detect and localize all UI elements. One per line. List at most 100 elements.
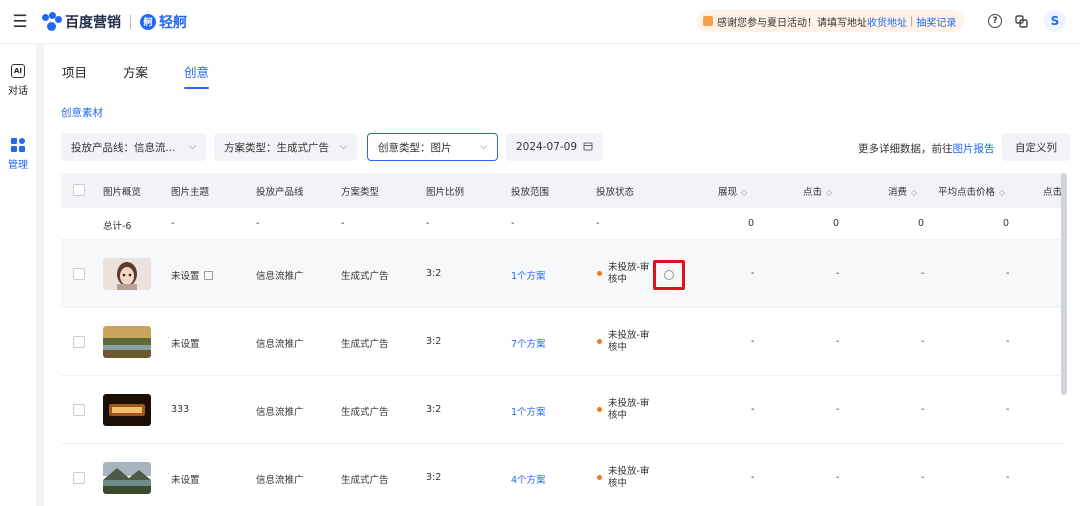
table-scrollbar[interactable]	[1061, 173, 1067, 395]
theme-cell: 未设置	[171, 339, 200, 350]
tab-bar: 项目 方案 创意	[62, 62, 245, 89]
creative-thumbnail[interactable]	[103, 462, 151, 494]
plan-type-cell: 生成式广告	[341, 407, 389, 418]
date-picker[interactable]: 2024-07-09	[506, 133, 603, 161]
creative-type-select[interactable]: 创意类型：图片 ⌵	[367, 133, 498, 161]
total-cell: -	[171, 218, 175, 229]
ratio-cell: 3:2	[426, 472, 442, 483]
chevron-down-icon: ⌵	[189, 142, 196, 152]
total-label: 总计-6	[103, 221, 132, 232]
plan-type-value: 方案类型：生成式广告	[224, 141, 329, 154]
left-rail: AI 对话 管理	[0, 44, 36, 506]
shipping-address-link[interactable]: 收货地址	[867, 14, 907, 29]
col-cost[interactable]: 消费 ◇	[888, 184, 917, 198]
total-cell: -	[256, 218, 260, 229]
help-icon[interactable]: ?	[988, 14, 1002, 28]
clicks-cell: -	[836, 404, 840, 415]
copy-icon[interactable]	[1012, 12, 1030, 30]
scope-link[interactable]: 1个方案	[511, 268, 546, 282]
plan-type-cell: 生成式广告	[341, 475, 389, 486]
table-row[interactable]: 未设置 信息流推广 生成式广告 3:2 1个方案 未投放-审核中 - - - -	[61, 240, 1064, 308]
top-bar: ☰ 百度营销 舸 轻舸 感谢您参与夏日活动！请填写地址 收货地址 | 抽奖记录 …	[0, 0, 1080, 44]
status-dot	[597, 339, 602, 344]
baidu-paw-icon	[42, 11, 62, 32]
col-avg-cpc[interactable]: 平均点击价格 ◇	[938, 184, 1005, 198]
rail-item-chat[interactable]: AI 对话	[0, 64, 36, 97]
product-cell: 信息流推广	[256, 339, 304, 350]
tab-project[interactable]: 项目	[62, 62, 87, 89]
impressions-cell: -	[751, 472, 755, 483]
col-status: 投放状态	[596, 187, 635, 198]
col-clicks-more: 点击	[1043, 187, 1063, 198]
ratio-cell: 3:2	[426, 336, 442, 347]
total-avg-cpc: 0	[1003, 218, 1010, 229]
col-clicks[interactable]: 点击 ◇	[803, 184, 832, 198]
status-dot	[597, 271, 602, 276]
sort-icon: ◇	[741, 188, 748, 197]
status-text: 未投放-审核中	[608, 398, 650, 421]
activity-notice: 感谢您参与夏日活动！请填写地址 收货地址 | 抽奖记录	[697, 10, 965, 32]
col-clicks-label: 点击	[803, 187, 823, 198]
col-ratio: 图片比例	[426, 187, 465, 198]
table-row[interactable]: 未设置 信息流推广 生成式广告 3:2 4个方案 未投放-审核中 - - - -	[61, 444, 1064, 506]
chevron-down-icon: ⌵	[340, 142, 347, 152]
creative-thumbnail[interactable]	[103, 326, 151, 358]
image-report-link[interactable]: 图片报告	[953, 143, 995, 155]
row-checkbox[interactable]	[73, 268, 85, 280]
chevron-down-icon: ⌵	[480, 142, 487, 152]
col-scope: 投放范围	[511, 187, 550, 198]
col-cost-label: 消费	[888, 187, 908, 198]
row-checkbox[interactable]	[73, 472, 85, 484]
scope-link[interactable]: 7个方案	[511, 336, 546, 350]
product-cell: 信息流推广	[256, 475, 304, 486]
select-all-checkbox[interactable]	[73, 184, 85, 196]
main-panel: 项目 方案 创意 创意素材 投放产品线：信息流... ⌵ 方案类型：生成式广告 …	[44, 44, 1080, 506]
date-value: 2024-07-09	[516, 141, 578, 153]
rail-item-label: 管理	[8, 160, 28, 171]
qingge-logo-icon: 舸	[140, 13, 156, 30]
rail-item-label: 对话	[8, 86, 28, 97]
total-cell: -	[341, 218, 345, 229]
tab-creative[interactable]: 创意	[184, 62, 210, 89]
status-detail-button[interactable]	[653, 260, 685, 290]
tab-plan[interactable]: 方案	[123, 62, 148, 89]
cost-cell: -	[921, 268, 925, 279]
status-dot	[597, 475, 602, 480]
creative-thumbnail[interactable]	[103, 394, 151, 426]
avg-cpc-cell: -	[1006, 472, 1010, 483]
status-text: 未投放-审核中	[608, 262, 650, 285]
brand-logo[interactable]: 百度营销 舸 轻舸	[42, 11, 187, 32]
theme-cell: 未设置	[171, 268, 213, 282]
user-avatar[interactable]: S	[1044, 10, 1066, 32]
avg-cpc-cell: -	[1006, 268, 1010, 279]
rail-item-manage[interactable]: 管理	[0, 138, 36, 171]
scope-link[interactable]: 1个方案	[511, 404, 546, 418]
table-row[interactable]: 333 信息流推广 生成式广告 3:2 1个方案 未投放-审核中 - - - -	[61, 376, 1064, 444]
clicks-cell: -	[836, 472, 840, 483]
lottery-record-link[interactable]: 抽奖记录	[916, 14, 956, 29]
edit-icon[interactable]	[203, 271, 213, 280]
total-cell: -	[511, 218, 515, 229]
total-clicks: 0	[833, 218, 840, 229]
product-line-select[interactable]: 投放产品线：信息流... ⌵	[61, 133, 206, 161]
product-line-value: 投放产品线：信息流...	[71, 141, 176, 154]
status-text: 未投放-审核中	[608, 330, 650, 353]
row-checkbox[interactable]	[73, 404, 85, 416]
creative-thumbnail[interactable]	[103, 258, 151, 290]
brand-divider	[130, 14, 131, 29]
col-impressions[interactable]: 展现 ◇	[718, 184, 747, 198]
row-checkbox[interactable]	[73, 336, 85, 348]
notice-text: 感谢您参与夏日活动！请填写地址	[717, 17, 867, 29]
hamburger-icon[interactable]: ☰	[4, 6, 36, 38]
clicks-cell: -	[836, 268, 840, 279]
ratio-cell: 3:2	[426, 268, 442, 279]
impressions-cell: -	[751, 336, 755, 347]
total-cell: -	[426, 218, 430, 229]
plan-type-cell: 生成式广告	[341, 339, 389, 350]
plan-type-select[interactable]: 方案类型：生成式广告 ⌵	[214, 133, 357, 161]
scope-link[interactable]: 4个方案	[511, 472, 546, 486]
sub-title[interactable]: 创意素材	[61, 105, 103, 120]
table-row[interactable]: 未设置 信息流推广 生成式广告 3:2 7个方案 未投放-审核中 - - - -	[61, 308, 1064, 376]
custom-columns-button[interactable]: 自定义列	[1002, 133, 1070, 161]
col-preview: 图片概览	[103, 187, 142, 198]
